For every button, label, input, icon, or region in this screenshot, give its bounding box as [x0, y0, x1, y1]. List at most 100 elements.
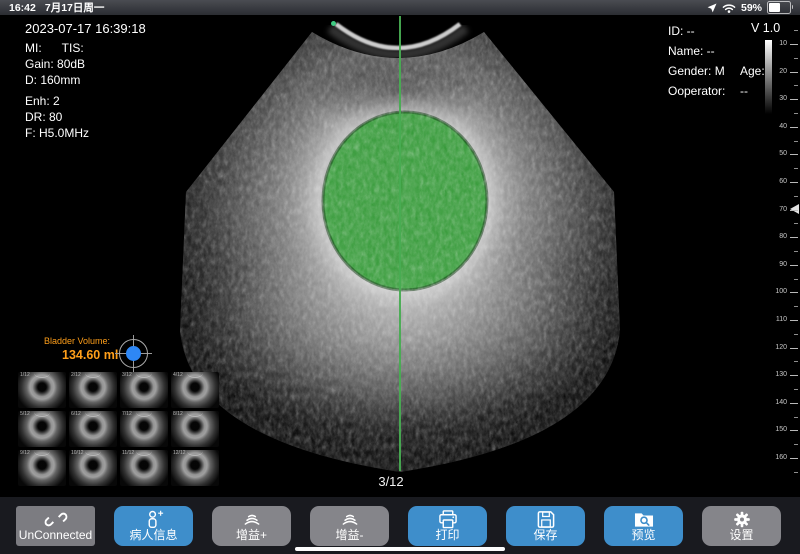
- save-icon: [534, 510, 558, 529]
- depth-tick: [790, 72, 798, 73]
- depth-tick: [790, 348, 798, 349]
- depth-tick-label: 100: [775, 288, 787, 296]
- frame-thumbnail-label: 9/12: [20, 451, 30, 456]
- depth-tick-minor: [794, 444, 798, 445]
- depth-tick: [790, 430, 798, 431]
- frame-thumbnail[interactable]: 7/12: [120, 411, 168, 447]
- bladder-position-indicator: [119, 339, 148, 368]
- depth-tick-label: 90: [779, 261, 787, 269]
- frame-thumbnail[interactable]: 12/12: [171, 450, 219, 486]
- clock: 16:42: [9, 2, 36, 14]
- depth-tick-label: 40: [779, 123, 787, 131]
- depth-tick: [790, 265, 798, 266]
- depth-tick-minor: [794, 389, 798, 390]
- frame-thumbnail[interactable]: 3/12: [120, 372, 168, 408]
- print-button[interactable]: 打印: [408, 506, 487, 546]
- gain-plus-button[interactable]: 增益+: [212, 506, 291, 546]
- toolbar-button-label: 设置: [729, 529, 753, 542]
- depth-tick: [790, 320, 798, 321]
- depth-tick-label: 60: [779, 178, 787, 186]
- frame-thumbnail-label: 3/12: [122, 373, 132, 378]
- depth-tick: [790, 182, 798, 183]
- frame-thumbnail-grid: 1/12 2/12 3/12 4/12 5/12 6/12 7/12 8/12 9/12 10/1…: [18, 372, 219, 486]
- depth-tick-label: 120: [775, 344, 787, 352]
- frame-thumbnail-label: 5/12: [20, 412, 30, 417]
- frame-thumbnail-label: 4/12: [173, 373, 183, 378]
- freq-value: F: H5.0MHz: [25, 125, 146, 141]
- depth-tick-minor: [794, 85, 798, 86]
- scan-center-line: [399, 16, 401, 471]
- depth-tick-minor: [794, 141, 798, 142]
- depth-tick-minor: [794, 251, 798, 252]
- save-button[interactable]: 保存: [506, 506, 585, 546]
- exam-info-panel: 2023-07-17 16:39:18 MI: TIS: Gain: 80dB …: [25, 21, 146, 141]
- depth-tick-minor: [794, 472, 798, 473]
- printer-icon: [436, 510, 460, 529]
- gain-minus-button[interactable]: 增益-: [310, 506, 389, 546]
- mi-label: MI:: [25, 40, 42, 56]
- frame-thumbnail[interactable]: 6/12: [69, 411, 117, 447]
- depth-tick-minor: [794, 417, 798, 418]
- wifi-icon: [722, 3, 736, 13]
- status-date: 7月17日周一: [45, 0, 105, 15]
- frame-thumbnail-label: 2/12: [71, 373, 81, 378]
- waves-icon: [240, 510, 264, 529]
- depth-tick-label: 50: [779, 150, 787, 158]
- location-icon: [707, 3, 717, 13]
- operator-label: Ooperator:: [668, 81, 725, 101]
- frame-thumbnail[interactable]: 11/12: [120, 450, 168, 486]
- depth-tick-label: 10: [779, 40, 787, 48]
- patient-info-button[interactable]: 病人信息: [114, 506, 193, 546]
- toolbar: UnConnected 病人信息增益+ 增益- 打印保存 预览设置: [0, 497, 800, 554]
- preview-icon: [632, 510, 656, 529]
- depth-tick-minor: [794, 196, 798, 197]
- preview-button[interactable]: 预览: [604, 506, 683, 546]
- home-indicator[interactable]: [295, 547, 505, 551]
- frame-thumbnail[interactable]: 5/12: [18, 411, 66, 447]
- battery-icon: [767, 1, 791, 14]
- patient-id: ID: --: [668, 21, 725, 41]
- frame-thumbnail-label: 6/12: [71, 412, 81, 417]
- depth-tick-label: 70: [779, 206, 787, 214]
- depth-ruler: 102030405060708090100110120130140150160: [766, 15, 800, 485]
- depth-tick-minor: [794, 306, 798, 307]
- toolbar-button-label: 保存: [533, 529, 557, 542]
- frame-thumbnail[interactable]: 2/12: [69, 372, 117, 408]
- depth-tick-label: 30: [779, 95, 787, 103]
- unconnected-button[interactable]: UnConnected: [16, 506, 95, 546]
- patient-add-icon: [142, 510, 166, 529]
- frame-thumbnail[interactable]: 9/12: [18, 450, 66, 486]
- frame-thumbnail-label: 10/12: [71, 451, 84, 456]
- frame-thumbnail-label: 8/12: [173, 412, 183, 417]
- frame-thumbnail-label: 11/12: [122, 451, 134, 456]
- gain-value: Gain: 80dB: [25, 56, 146, 72]
- toolbar-button-label: 增益+: [236, 529, 267, 542]
- dr-value: DR: 80: [25, 109, 146, 125]
- depth-tick-minor: [794, 279, 798, 280]
- frame-thumbnail[interactable]: 4/12: [171, 372, 219, 408]
- depth-tick: [790, 127, 798, 128]
- frame-thumbnail[interactable]: 10/12: [69, 450, 117, 486]
- depth-tick-label: 80: [779, 233, 787, 241]
- status-green-dot: [331, 21, 336, 26]
- depth-tick: [790, 237, 798, 238]
- frame-thumbnail[interactable]: 8/12: [171, 411, 219, 447]
- frame-indicator: 3/12: [351, 474, 431, 489]
- frame-thumbnail[interactable]: 1/12: [18, 372, 66, 408]
- toolbar-button-label: 增益-: [336, 529, 364, 542]
- settings-button[interactable]: 设置: [702, 506, 781, 546]
- gear-icon: [730, 510, 754, 529]
- enh-value: Enh: 2: [25, 93, 146, 109]
- depth-tick: [790, 403, 798, 404]
- depth-tick-minor: [794, 334, 798, 335]
- depth-tick-minor: [794, 58, 798, 59]
- depth-tick: [790, 375, 798, 376]
- depth-tick-minor: [794, 113, 798, 114]
- tis-label: TIS:: [62, 40, 84, 56]
- volume-label: Bladder Volume:: [44, 336, 118, 346]
- waves-icon: [338, 510, 362, 529]
- depth-tick: [790, 44, 798, 45]
- depth-tick-minor: [794, 361, 798, 362]
- patient-age: Age: --: [740, 61, 765, 101]
- depth-tick: [790, 99, 798, 100]
